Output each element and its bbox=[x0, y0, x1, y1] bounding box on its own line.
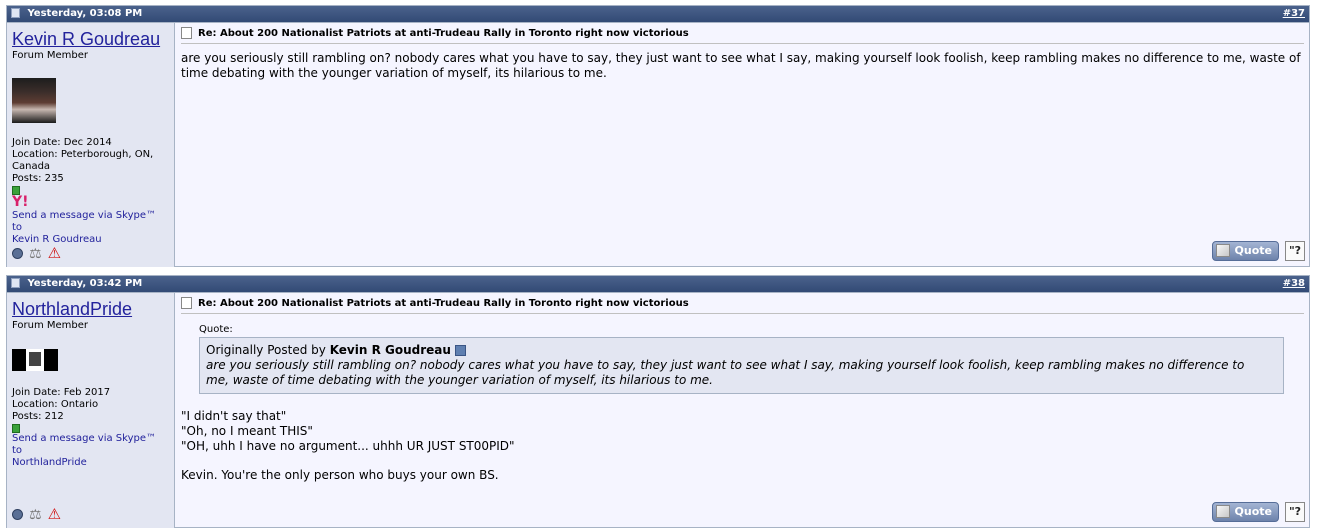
post-count: Posts: 212 bbox=[12, 411, 64, 422]
user-action-icons: ⚖ ⚠ bbox=[12, 246, 61, 261]
message-line: "I didn't say that" bbox=[181, 409, 287, 423]
post-content: Re: About 200 Nationalist Patriots at an… bbox=[175, 293, 1309, 528]
post-title-text: Re: About 200 Nationalist Patriots at an… bbox=[198, 27, 689, 39]
skype-link[interactable]: Send a message via Skype™ to NorthlandPr… bbox=[12, 433, 169, 469]
user-stats: Join Date: Dec 2014 Location: Peterborou… bbox=[12, 137, 169, 185]
reputation-scale-icon[interactable]: ⚖ bbox=[29, 247, 42, 261]
quote-author: Kevin R Goudreau bbox=[329, 343, 451, 357]
multiquote-icon[interactable]: "? bbox=[1285, 502, 1305, 522]
skype-link-line2: NorthlandPride bbox=[12, 457, 87, 468]
post-date: Yesterday, 03:42 PM bbox=[27, 278, 143, 289]
post-content: Re: About 200 Nationalist Patriots at an… bbox=[175, 23, 1309, 267]
post-date: Yesterday, 03:08 PM bbox=[27, 8, 143, 19]
post-header: Yesterday, 03:08 PM #37 bbox=[7, 6, 1309, 23]
post-actions: Quote "? bbox=[1211, 502, 1305, 522]
quote-pen-icon bbox=[1215, 505, 1230, 518]
post-message: are you seriously still rambling on? nob… bbox=[181, 51, 1301, 80]
report-warning-icon[interactable]: ⚠ bbox=[48, 246, 61, 261]
user-title: Forum Member bbox=[12, 50, 89, 61]
view-post-arrow-icon[interactable] bbox=[454, 345, 466, 356]
post-message: "I didn't say that" "Oh, no I meant THIS… bbox=[181, 409, 1304, 483]
quote-button[interactable]: Quote bbox=[1211, 502, 1279, 522]
multiquote-icon[interactable]: "? bbox=[1285, 241, 1305, 261]
skype-link[interactable]: Send a message via Skype™ to Kevin R Gou… bbox=[12, 210, 169, 246]
post-title-icon bbox=[181, 27, 192, 39]
location-continued: Canada bbox=[12, 161, 51, 172]
online-circle-icon[interactable] bbox=[12, 509, 23, 520]
post-title: Re: About 200 Nationalist Patriots at an… bbox=[181, 27, 1304, 44]
quote-label: Quote: bbox=[199, 324, 233, 335]
user-info-panel: Kevin R Goudreau Forum Member Join Date:… bbox=[7, 23, 175, 267]
join-date: Join Date: Dec 2014 bbox=[12, 137, 112, 148]
post-header: Yesterday, 03:42 PM #38 bbox=[7, 276, 1309, 293]
quote-button-label: Quote bbox=[1234, 505, 1272, 518]
post-number-link[interactable]: #37 bbox=[1283, 6, 1305, 22]
avatar[interactable] bbox=[12, 78, 56, 123]
user-info-panel: NorthlandPride Forum Member Join Date: F… bbox=[7, 293, 175, 528]
user-action-icons: ⚖ ⚠ bbox=[12, 507, 61, 522]
user-stats: Join Date: Feb 2017 Location: Ontario Po… bbox=[12, 387, 169, 423]
location: Location: Ontario bbox=[12, 399, 99, 410]
quote-button-label: Quote bbox=[1234, 244, 1272, 257]
post-doc-icon bbox=[11, 278, 20, 288]
post-title-text: Re: About 200 Nationalist Patriots at an… bbox=[198, 297, 689, 309]
join-date: Join Date: Feb 2017 bbox=[12, 387, 111, 398]
skype-link-line1: Send a message via Skype™ to bbox=[12, 433, 156, 456]
online-status-icon bbox=[12, 424, 20, 433]
online-circle-icon[interactable] bbox=[12, 248, 23, 259]
quote-button[interactable]: Quote bbox=[1211, 241, 1279, 261]
message-line: Kevin. You're the only person who buys y… bbox=[181, 468, 499, 482]
quote-attribution: Originally Posted by Kevin R Goudreau bbox=[206, 343, 1259, 358]
quote-prefix: Originally Posted by bbox=[206, 343, 326, 357]
post-38: Yesterday, 03:42 PM #38 NorthlandPride F… bbox=[6, 275, 1310, 528]
quote-box: Originally Posted by Kevin R Goudreau ar… bbox=[199, 337, 1284, 394]
reputation-scale-icon[interactable]: ⚖ bbox=[29, 508, 42, 522]
yahoo-icon[interactable]: Y! bbox=[12, 195, 169, 210]
user-title: Forum Member bbox=[12, 320, 89, 331]
quote-pen-icon bbox=[1215, 244, 1230, 257]
post-actions: Quote "? bbox=[1211, 241, 1305, 261]
avatar[interactable] bbox=[12, 349, 58, 371]
post-number-link[interactable]: #38 bbox=[1283, 276, 1305, 292]
skype-link-line1: Send a message via Skype™ to bbox=[12, 210, 156, 233]
post-37: Yesterday, 03:08 PM #37 Kevin R Goudreau… bbox=[6, 5, 1310, 267]
post-count: Posts: 235 bbox=[12, 173, 64, 184]
username-link[interactable]: NorthlandPride bbox=[12, 299, 169, 319]
location: Location: Peterborough, ON, bbox=[12, 149, 154, 160]
message-line: "Oh, no I meant THIS" bbox=[181, 424, 313, 438]
post-title: Re: About 200 Nationalist Patriots at an… bbox=[181, 297, 1304, 314]
report-warning-icon[interactable]: ⚠ bbox=[48, 507, 61, 522]
quote-text: are you seriously still rambling on? nob… bbox=[206, 358, 1245, 387]
post-title-icon bbox=[181, 297, 192, 309]
message-line: "OH, uhh I have no argument... uhhh UR J… bbox=[181, 439, 515, 453]
username-link[interactable]: Kevin R Goudreau bbox=[12, 29, 169, 49]
post-doc-icon bbox=[11, 8, 20, 18]
